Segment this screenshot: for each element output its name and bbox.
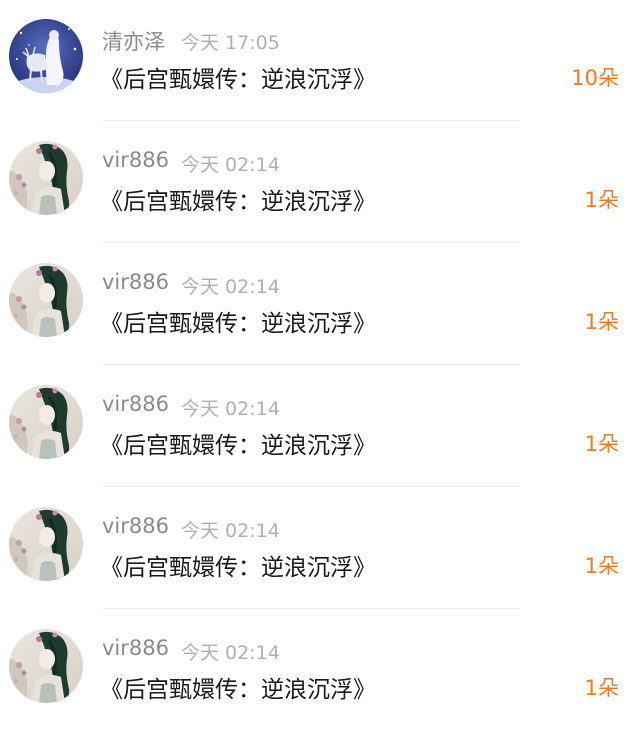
- user-name[interactable]: vir886: [102, 514, 169, 538]
- timestamp: 今天 02:14: [181, 642, 280, 664]
- divider: [103, 242, 520, 243]
- user-name[interactable]: vir886: [102, 270, 169, 294]
- painted-lady-avatar-icon: [9, 263, 83, 337]
- timestamp: 今天 17:05: [181, 32, 280, 54]
- painted-lady-avatar-icon: [9, 385, 83, 459]
- flower-count: 1朵: [584, 432, 619, 456]
- timestamp: 今天 02:14: [181, 276, 280, 298]
- list-item[interactable]: vir886 今天 02:14 《后宫甄嬛传：逆浪沉浮》 1朵: [0, 122, 640, 244]
- gift-list: 清亦泽 今天 17:05 《后宫甄嬛传：逆浪沉浮》 10朵 vir886 今天 …: [0, 0, 640, 732]
- list-item[interactable]: vir886 今天 02:14 《后宫甄嬛传：逆浪沉浮》 1朵: [0, 244, 640, 366]
- flower-count: 10朵: [571, 66, 619, 90]
- work-title[interactable]: 《后宫甄嬛传：逆浪沉浮》: [100, 548, 376, 582]
- flower-count: 1朵: [584, 676, 619, 700]
- flower-count: 1朵: [584, 188, 619, 212]
- avatar[interactable]: [9, 629, 83, 703]
- timestamp: 今天 02:14: [181, 520, 280, 542]
- avatar[interactable]: [9, 263, 83, 337]
- divider: [103, 120, 520, 121]
- divider: [103, 608, 520, 609]
- work-title[interactable]: 《后宫甄嬛传：逆浪沉浮》: [100, 304, 376, 338]
- list-item[interactable]: vir886 今天 02:14 《后宫甄嬛传：逆浪沉浮》 1朵: [0, 488, 640, 610]
- divider: [103, 364, 520, 365]
- divider: [103, 486, 520, 487]
- work-title[interactable]: 《后宫甄嬛传：逆浪沉浮》: [100, 426, 376, 460]
- painted-lady-avatar-icon: [9, 629, 83, 703]
- snow-deer-avatar-icon: [9, 19, 83, 93]
- work-title[interactable]: 《后宫甄嬛传：逆浪沉浮》: [100, 670, 376, 704]
- avatar[interactable]: [9, 141, 83, 215]
- user-name[interactable]: vir886: [102, 392, 169, 416]
- timestamp: 今天 02:14: [181, 154, 280, 176]
- user-name[interactable]: vir886: [102, 148, 169, 172]
- list-item[interactable]: vir886 今天 02:14 《后宫甄嬛传：逆浪沉浮》 1朵: [0, 610, 640, 732]
- flower-count: 1朵: [584, 310, 619, 334]
- timestamp: 今天 02:14: [181, 398, 280, 420]
- list-item[interactable]: 清亦泽 今天 17:05 《后宫甄嬛传：逆浪沉浮》 10朵: [0, 0, 640, 122]
- user-name[interactable]: vir886: [102, 636, 169, 660]
- avatar[interactable]: [9, 507, 83, 581]
- painted-lady-avatar-icon: [9, 141, 83, 215]
- painted-lady-avatar-icon: [9, 507, 83, 581]
- avatar[interactable]: [9, 385, 83, 459]
- user-name[interactable]: 清亦泽: [102, 26, 165, 56]
- work-title[interactable]: 《后宫甄嬛传：逆浪沉浮》: [100, 182, 376, 216]
- work-title[interactable]: 《后宫甄嬛传：逆浪沉浮》: [100, 60, 376, 94]
- avatar[interactable]: [9, 19, 83, 93]
- list-item[interactable]: vir886 今天 02:14 《后宫甄嬛传：逆浪沉浮》 1朵: [0, 366, 640, 488]
- flower-count: 1朵: [584, 554, 619, 578]
